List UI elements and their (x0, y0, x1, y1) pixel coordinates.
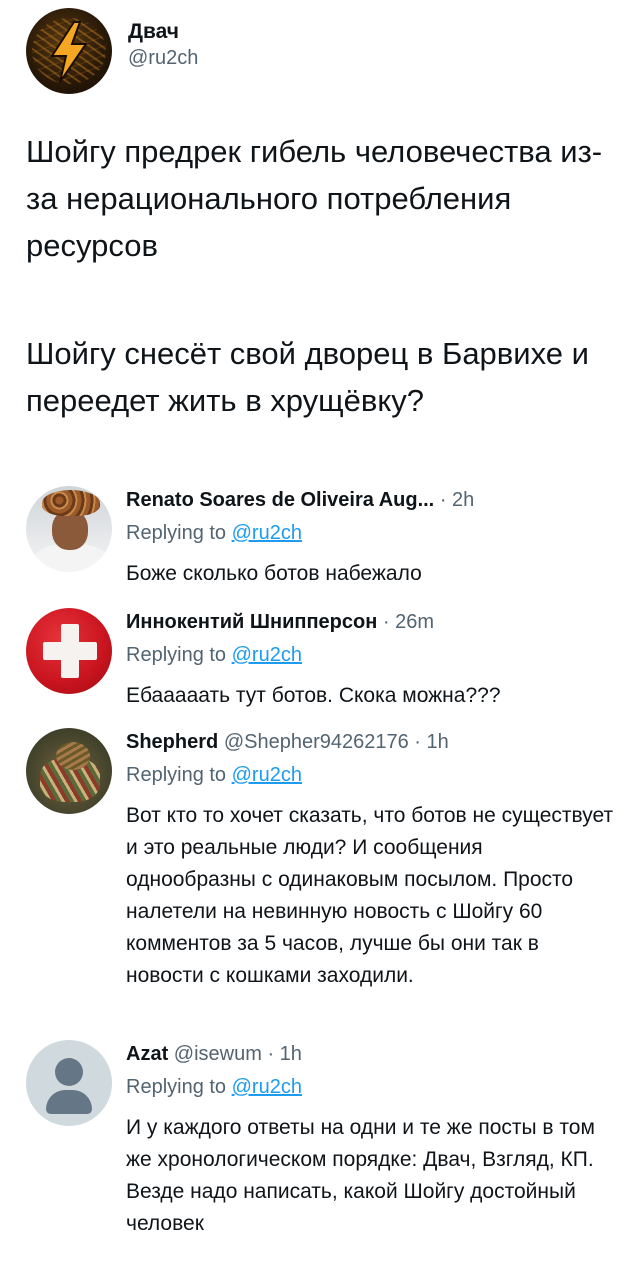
author-avatar[interactable] (26, 8, 112, 94)
reply-timestamp[interactable]: · 1h (414, 731, 448, 753)
reply-body: Renato Soares de Oliveira Aug... · 2h Re… (126, 486, 616, 590)
reply-avatar[interactable] (26, 728, 112, 814)
reply-text: Боже сколько ботов набежало (126, 562, 422, 585)
tweet-text-paragraph: Шойгу снесёт свой дворец в Барвихе и пер… (26, 336, 589, 418)
default-user-icon (55, 1058, 83, 1086)
replying-to-link[interactable]: @ru2ch (232, 644, 302, 666)
reply-timestamp[interactable]: · 2h (440, 489, 474, 511)
reply-author-name[interactable]: Иннокентий Шнипперсон (126, 611, 377, 633)
avatar-hat (42, 490, 100, 516)
replying-to-link[interactable]: @ru2ch (232, 522, 302, 544)
reply-author-name[interactable]: Renato Soares de Oliveira Aug... (126, 489, 434, 511)
reply-author-handle[interactable]: @isewum (174, 1043, 262, 1065)
replying-to-label: Replying to (126, 644, 232, 666)
tweet-header: Двач @ru2ch (26, 8, 198, 94)
avatar-artwork-detail (56, 742, 90, 770)
reply-author-name[interactable]: Shepherd (126, 731, 218, 753)
swiss-cross-bar (43, 642, 97, 660)
reply-text: Вот кто то хочет сказать, что ботов не с… (126, 804, 614, 987)
replying-to-label: Replying to (126, 1076, 232, 1098)
reply-header: Иннокентий Шнипперсон · 26m (126, 608, 616, 636)
reply-avatar[interactable] (26, 608, 112, 694)
reply-body: Иннокентий Шнипперсон · 26m Replying to … (126, 608, 616, 712)
reply-body: Azat @isewum · 1h Replying to @ru2ch И у… (126, 1040, 616, 1240)
default-user-icon-body (46, 1090, 92, 1114)
replying-to-label: Replying to (126, 522, 232, 544)
reply-header: Azat @isewum · 1h (126, 1040, 616, 1068)
replying-to: Replying to @ru2ch (126, 1072, 616, 1102)
reply-header: Shepherd @Shepher94262176 · 1h (126, 728, 616, 756)
reply-text: Ебааааать тут ботов. Скока можна??? (126, 684, 501, 707)
reply-body: Shepherd @Shepher94262176 · 1h Replying … (126, 728, 616, 992)
replying-to-link[interactable]: @ru2ch (232, 1076, 302, 1098)
author-name[interactable]: Двач (128, 19, 198, 45)
author-info: Двач @ru2ch (128, 19, 198, 71)
reply-timestamp[interactable]: · 26m (383, 611, 434, 633)
replying-to-label: Replying to (126, 764, 232, 786)
reply-avatar[interactable] (26, 1040, 112, 1126)
reply-author-handle[interactable]: @Shepher94262176 (224, 731, 409, 753)
lightning-bolt-icon (50, 21, 88, 83)
avatar-face (52, 510, 88, 550)
replying-to-link[interactable]: @ru2ch (232, 764, 302, 786)
reply-avatar[interactable] (26, 486, 112, 572)
replying-to: Replying to @ru2ch (126, 640, 616, 670)
reply-header: Renato Soares de Oliveira Aug... · 2h (126, 486, 616, 514)
reply-author-name[interactable]: Azat (126, 1043, 168, 1065)
reply-text: И у каждого ответы на одни и те же посты… (126, 1116, 595, 1235)
author-handle[interactable]: @ru2ch (128, 45, 198, 71)
replying-to: Replying to @ru2ch (126, 518, 616, 548)
tweet-text-paragraph: Шойгу предрек гибель человечества из-за … (26, 134, 603, 263)
reply-timestamp[interactable]: · 1h (267, 1043, 301, 1065)
replying-to: Replying to @ru2ch (126, 760, 616, 790)
